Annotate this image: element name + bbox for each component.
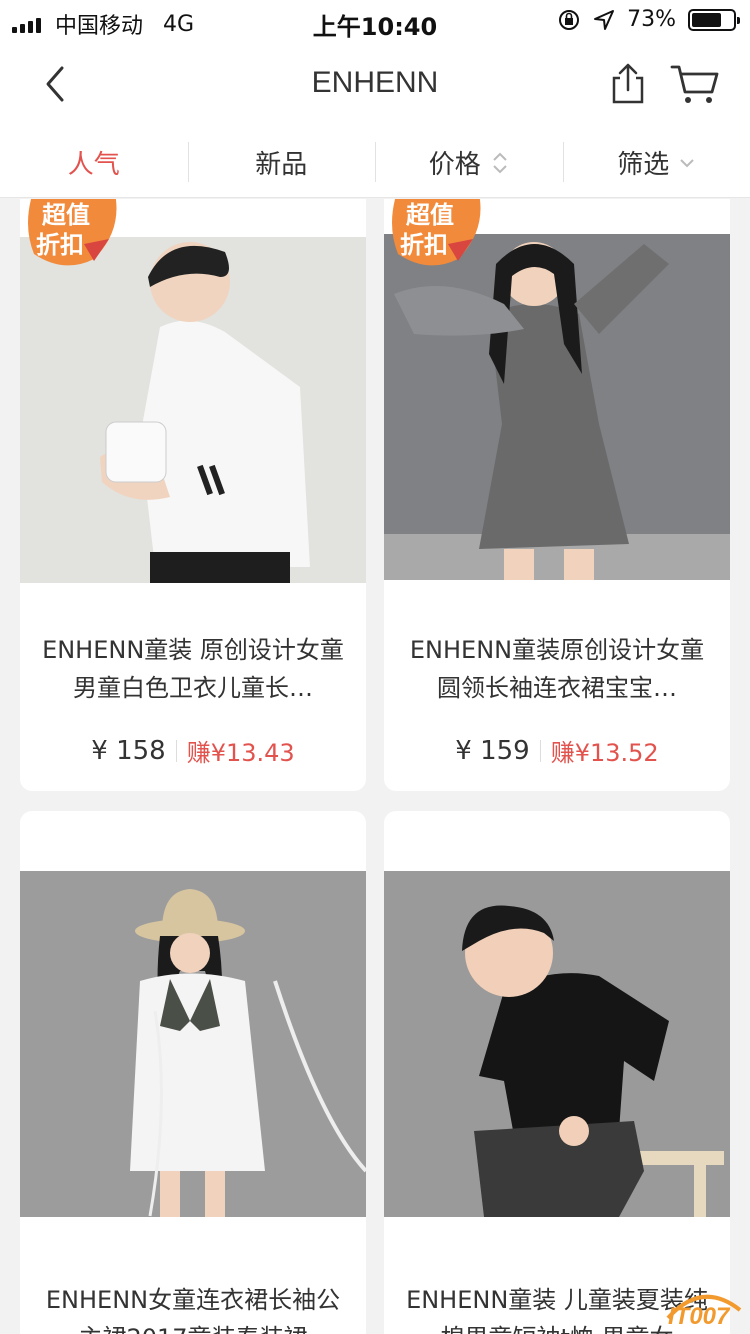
chevron-down-icon [680,158,694,167]
discount-badge: 超值 折扣 [24,199,124,269]
sort-updown-icon [493,152,507,173]
product-card[interactable]: ENHENN女童连衣裙长袖公主裙2017童装春装裙 [20,811,366,1334]
product-title: ENHENN童装 原创设计女童男童白色卫衣儿童长… [42,636,344,702]
tab-label: 新品 [255,150,308,180]
tab-price[interactable]: 价格 [375,128,563,197]
product-card[interactable]: ENHENN童装 原创设计女童男童白色卫衣儿童长… ¥ 158 赚¥13.43 … [20,199,366,791]
tab-label: 价格 [428,150,481,180]
product-title: ENHENN童装原创设计女童圆领长袖连衣裙宝宝… [409,636,705,702]
tab-new[interactable]: 新品 [187,128,376,197]
discount-badge: 超值 折扣 [388,199,488,269]
sort-tabs: 人气 新品 价格 筛选 [0,128,750,198]
price-row: ¥ 158 赚¥13.43 [20,733,366,768]
earn-amount: 赚¥13.43 [186,739,295,767]
product-grid: ENHENN童装 原创设计女童男童白色卫衣儿童长… ¥ 158 赚¥13.43 … [0,199,750,1334]
battery-icon [688,8,740,31]
product-image [384,234,730,580]
price-row: ¥ 159 赚¥13.52 [384,733,730,768]
battery-percent: 73% [627,7,676,32]
product-price: ¥ 158 [91,735,166,766]
product-image [20,237,366,583]
badge-line2: 折扣 [400,231,448,259]
svg-text:IT007: IT007 [668,1303,731,1328]
watermark-icon: IT007 [666,1294,742,1330]
product-price: ¥ 159 [455,735,530,766]
status-bar: 中国移动 4G 上午10:40 73% [0,0,750,42]
tab-filter[interactable]: 筛选 [562,128,750,197]
product-image [384,871,730,1217]
product-image [20,871,366,1217]
location-icon [594,9,615,30]
tab-label: 筛选 [617,150,670,180]
price-divider [539,739,541,762]
tab-popularity[interactable]: 人气 [0,128,188,197]
navigation-bar: ENHENN [0,42,750,128]
share-icon[interactable] [606,62,650,106]
product-card[interactable]: ENHENN童装 儿童装夏装纯棉男童短袖t恤 男童女 [384,811,730,1334]
product-card[interactable]: ENHENN童装原创设计女童圆领长袖连衣裙宝宝… ¥ 159 赚¥13.52 超… [384,199,730,791]
orientation-lock-icon [559,9,580,30]
tab-label: 人气 [67,150,120,180]
badge-line2: 折扣 [36,231,84,259]
price-divider [175,739,177,762]
product-title: ENHENN女童连衣裙长袖公主裙2017童装春装裙 [45,1286,341,1334]
earn-amount: 赚¥13.52 [550,739,659,767]
cart-icon[interactable] [670,62,720,106]
watermark-logo: IT007 [662,1288,744,1330]
